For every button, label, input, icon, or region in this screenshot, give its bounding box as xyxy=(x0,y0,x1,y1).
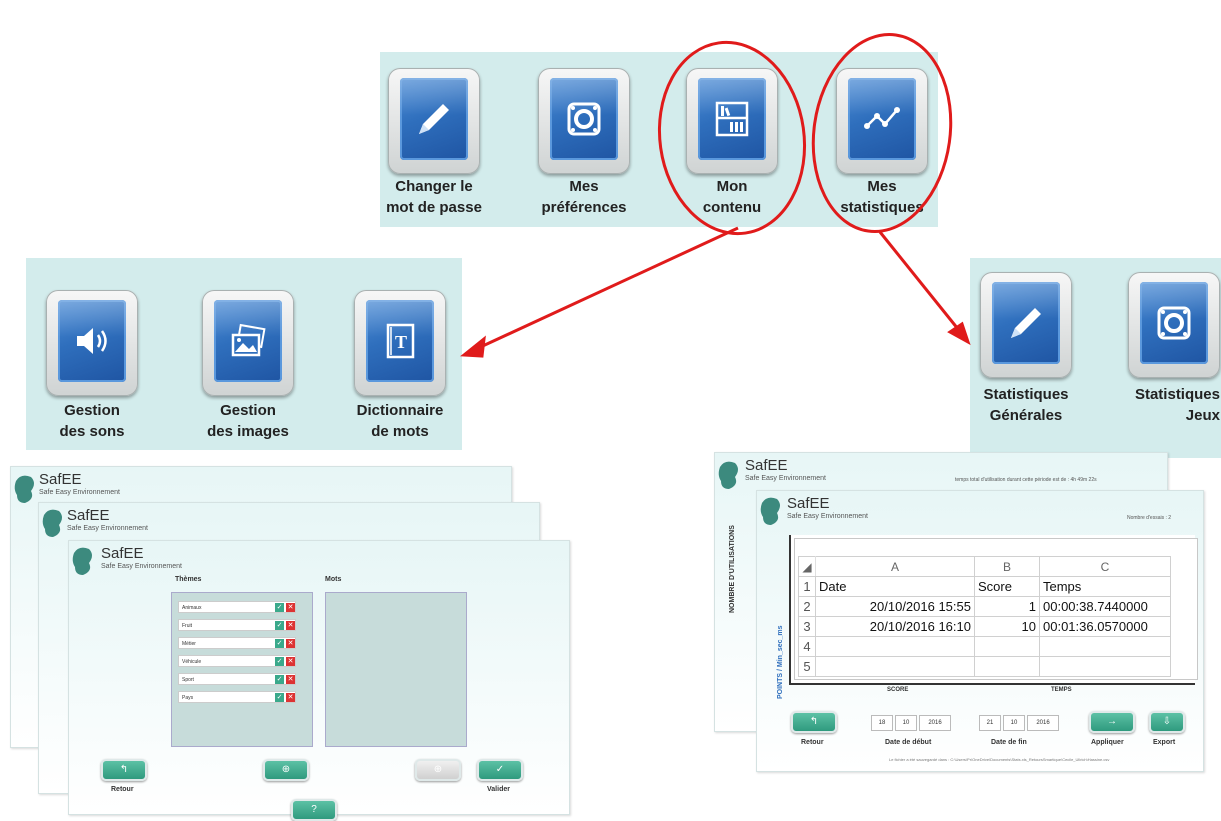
arrow-to-content-menu xyxy=(473,226,739,352)
highlight-circle-content xyxy=(657,40,807,236)
arrowhead-icon xyxy=(947,321,971,346)
highlight-circle-statistics xyxy=(811,33,953,233)
arrow-to-stats-menu xyxy=(878,231,964,335)
arrowhead-icon xyxy=(459,335,486,358)
annotation-overlay xyxy=(459,33,971,358)
